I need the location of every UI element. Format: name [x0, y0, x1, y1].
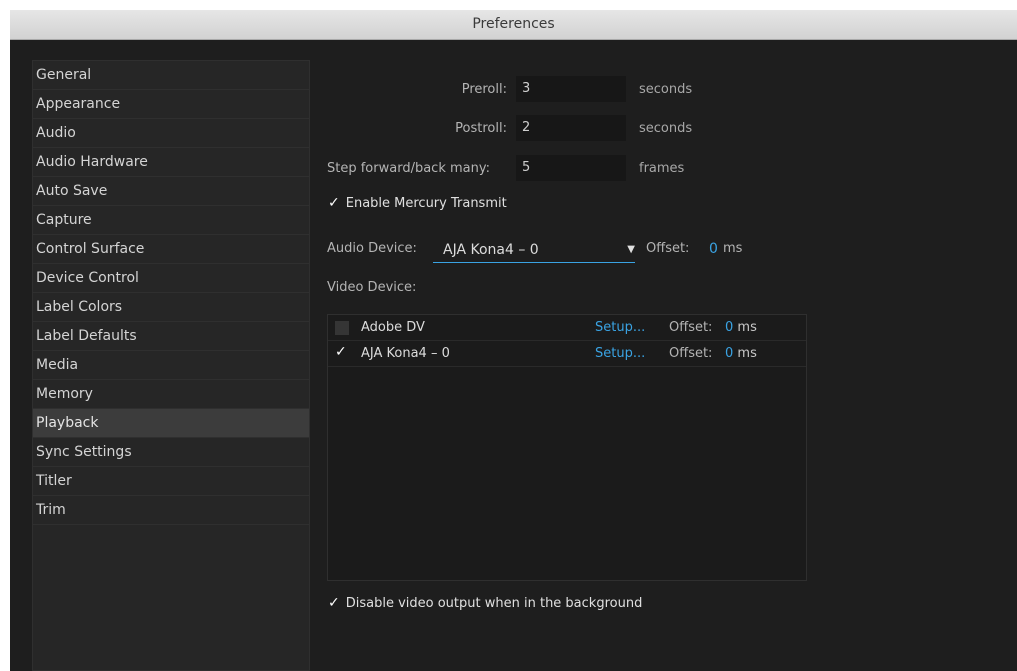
sidebar-item-media[interactable]: Media: [33, 351, 309, 380]
checkmark-icon[interactable]: ✓: [335, 344, 347, 360]
device-offset-label: Offset:: [669, 320, 713, 335]
audio-offset-value[interactable]: 0: [709, 241, 718, 257]
sidebar-item-general[interactable]: General: [33, 61, 309, 90]
setup-link[interactable]: Setup...: [595, 346, 645, 361]
device-row-adobe-dv[interactable]: Adobe DV Setup... Offset: 0 ms: [328, 315, 806, 341]
sidebar-item-playback[interactable]: Playback: [33, 409, 309, 438]
sidebar-item-titler[interactable]: Titler: [33, 467, 309, 496]
device-offset-label: Offset:: [669, 346, 713, 361]
device-offset-value[interactable]: 0: [725, 346, 733, 361]
disable-video-background-label: Disable video output when in the backgro…: [345, 596, 643, 611]
sidebar-item-appearance[interactable]: Appearance: [33, 90, 309, 119]
enable-mercury-label: Enable Mercury Transmit: [345, 196, 507, 211]
device-offset-unit: ms: [737, 320, 757, 335]
title-bar[interactable]: Preferences: [10, 10, 1017, 40]
sidebar-item-label-colors[interactable]: Label Colors: [33, 293, 309, 322]
sidebar-item-control-surface[interactable]: Control Surface: [33, 235, 309, 264]
postroll-label: Postroll:: [455, 121, 507, 136]
sidebar-item-memory[interactable]: Memory: [33, 380, 309, 409]
preroll-field[interactable]: 3: [516, 76, 626, 102]
audio-offset-unit: ms: [723, 241, 743, 256]
device-offset-unit: ms: [737, 346, 757, 361]
enable-mercury-checkbox[interactable]: ✓ Enable Mercury Transmit: [328, 195, 507, 211]
checkmark-icon: ✓: [328, 195, 340, 211]
postroll-unit: seconds: [639, 121, 693, 136]
video-device-list: Adobe DV Setup... Offset: 0 ms ✓ AJA Kon…: [327, 314, 807, 581]
sidebar-item-trim[interactable]: Trim: [33, 496, 309, 525]
device-checkbox-adobe-dv[interactable]: [335, 321, 349, 335]
sidebar-item-audio[interactable]: Audio: [33, 119, 309, 148]
step-label: Step forward/back many:: [327, 161, 490, 176]
sidebar: General Appearance Audio Audio Hardware …: [32, 60, 310, 671]
sidebar-item-auto-save[interactable]: Auto Save: [33, 177, 309, 206]
device-offset-value[interactable]: 0: [725, 320, 733, 335]
setup-link[interactable]: Setup...: [595, 320, 645, 335]
audio-device-dropdown[interactable]: AJA Kona4 – 0 ▼: [433, 237, 635, 263]
audio-offset-label: Offset:: [646, 241, 690, 256]
preferences-window: Preferences General Appearance Audio Aud…: [10, 10, 1017, 671]
audio-device-label: Audio Device:: [327, 241, 417, 256]
audio-device-value: AJA Kona4 – 0: [443, 242, 539, 258]
preroll-unit: seconds: [639, 82, 693, 97]
sidebar-item-sync-settings[interactable]: Sync Settings: [33, 438, 309, 467]
device-row-aja-kona4[interactable]: ✓ AJA Kona4 – 0 Setup... Offset: 0 ms: [328, 341, 806, 367]
postroll-field[interactable]: 2: [516, 115, 626, 141]
sidebar-item-device-control[interactable]: Device Control: [33, 264, 309, 293]
disable-video-background-checkbox[interactable]: ✓ Disable video output when in the backgr…: [328, 595, 642, 611]
step-unit: frames: [639, 161, 685, 176]
sidebar-item-capture[interactable]: Capture: [33, 206, 309, 235]
sidebar-item-label-defaults[interactable]: Label Defaults: [33, 322, 309, 351]
video-device-label: Video Device:: [327, 280, 417, 295]
sidebar-item-audio-hardware[interactable]: Audio Hardware: [33, 148, 309, 177]
device-name: AJA Kona4 – 0: [361, 346, 450, 361]
window-title: Preferences: [472, 16, 555, 32]
checkmark-icon: ✓: [328, 595, 340, 611]
preroll-label: Preroll:: [461, 82, 507, 97]
chevron-down-icon: ▼: [627, 244, 635, 255]
device-name: Adobe DV: [361, 320, 425, 335]
step-field[interactable]: 5: [516, 155, 626, 181]
